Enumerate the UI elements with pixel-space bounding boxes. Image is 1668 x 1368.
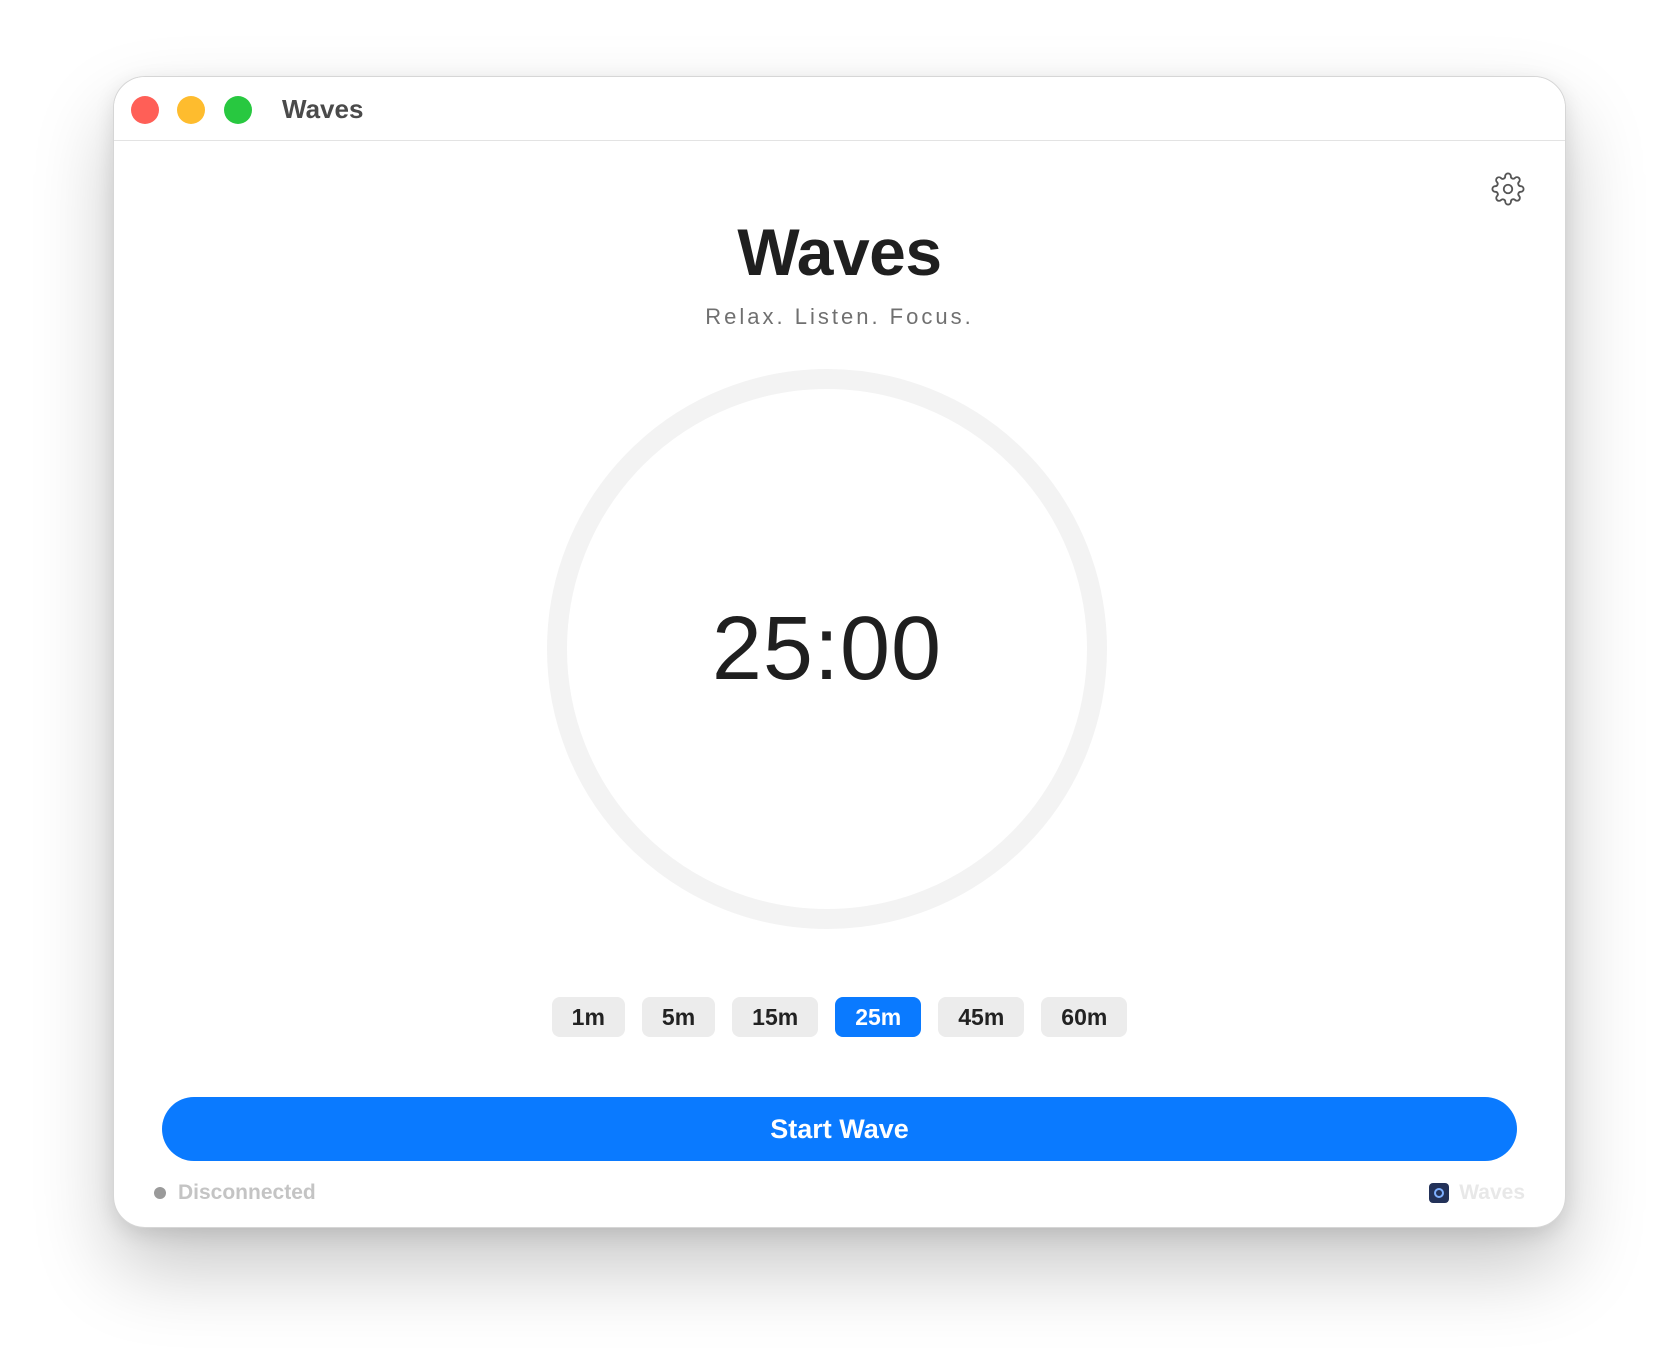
gear-icon[interactable] (1491, 172, 1525, 206)
duration-option-5m[interactable]: 5m (641, 997, 716, 1037)
tagline: Relax. Listen. Focus. (705, 304, 974, 329)
close-window-button[interactable] (131, 96, 159, 124)
status-dot-icon (154, 1187, 166, 1199)
brand-label: Waves (1459, 1181, 1525, 1204)
duration-option-25m[interactable]: 25m (835, 997, 922, 1037)
duration-selector: 1m 5m 15m 25m 45m 60m (114, 997, 1565, 1037)
duration-option-45m[interactable]: 45m (938, 997, 1025, 1037)
title-bar: Waves (114, 77, 1565, 141)
window-title: Waves (282, 94, 364, 124)
connection-status: Disconnected (154, 1181, 316, 1205)
app-window: Waves Waves Relax. Listen. Focus. 25:00 … (113, 76, 1566, 1228)
app-title: Waves (737, 215, 942, 289)
duration-option-15m[interactable]: 15m (732, 997, 819, 1037)
timer-display: 25:00 (711, 599, 943, 699)
status-label: Disconnected (178, 1181, 316, 1204)
start-wave-button[interactable]: Start Wave (162, 1097, 1517, 1161)
duration-option-60m[interactable]: 60m (1041, 997, 1128, 1037)
maximize-window-button[interactable] (224, 96, 252, 124)
duration-option-1m[interactable]: 1m (551, 997, 625, 1037)
waves-logo-icon (1429, 1183, 1450, 1203)
minimize-window-button[interactable] (177, 96, 205, 124)
brand-mark: Waves (1429, 1181, 1525, 1205)
